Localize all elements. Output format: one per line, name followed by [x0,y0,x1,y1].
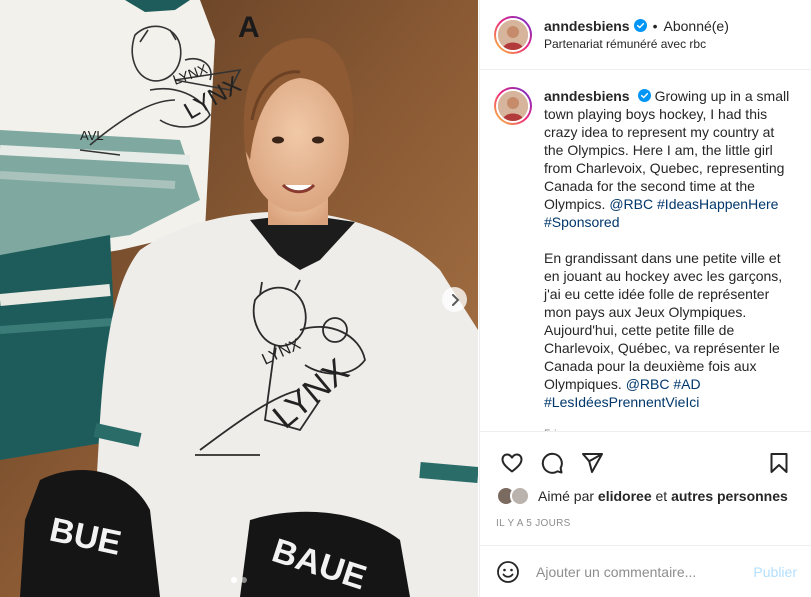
emoji-picker-button[interactable] [496,560,520,584]
verified-badge-icon [637,89,651,102]
caption-author-avatar[interactable] [494,87,532,125]
hashtag-link[interactable]: @RBC [609,196,653,212]
hashtag-link[interactable]: #LesIdéesPrennentVieIci [544,394,699,410]
follow-button[interactable]: Abonné(e) [664,17,729,35]
post-header: anndesbiens • Abonné(e) Partenariat rému… [480,0,811,70]
likes-text: Aimé par elidoree et autres personnes [538,488,788,504]
caption-english-text: Growing up in a small town playing boys … [544,88,790,212]
like-button[interactable] [492,443,532,483]
liked-by-others-link[interactable]: autres personnes [671,488,788,504]
hashtag-link[interactable]: #AD [673,376,700,392]
avatar-image [498,91,528,121]
liked-by-connector: et [655,488,668,504]
caption-french-text: En grandissant dans une petite ville et … [544,250,783,392]
action-bar [480,432,811,484]
post-date[interactable]: IL Y A 5 JOURS [480,518,811,529]
hashtag-link[interactable]: #Sponsored [544,214,620,230]
chevron-right-icon [451,293,459,306]
author-avatar[interactable] [494,15,532,54]
post-photo[interactable]: A LYNX LYNX AVL LYNX LYNX BUE BAUE [0,0,478,597]
caption-section: anndesbiens Growing up in a small town pl… [480,71,811,431]
likes-summary: Aimé par elidoree et autres personnes [480,486,811,506]
save-button[interactable] [759,443,799,483]
svg-text:A: A [238,11,260,44]
hockey-girl-photo: A LYNX LYNX AVL LYNX LYNX BUE BAUE [0,0,478,597]
liked-by-user-link[interactable]: elidoree [598,488,652,504]
hashtag-link[interactable]: @RBC [626,376,670,392]
svg-text:AVL: AVL [80,128,104,143]
comment-input[interactable] [536,563,754,580]
caption-english: anndesbiens Growing up in a small town pl… [544,87,797,231]
comment-button[interactable] [532,443,572,483]
hashtag-link[interactable]: #IdeasHappenHere [657,196,778,212]
author-username[interactable]: anndesbiens [544,17,630,35]
next-slide-button[interactable] [442,287,467,312]
separator-dot: • [652,17,658,34]
caption-body: anndesbiens Growing up in a small town pl… [544,87,797,431]
smiley-icon [497,560,519,583]
publish-button[interactable]: Publier [753,564,797,580]
comment-composer: Publier [480,545,811,597]
bookmark-icon [770,453,788,473]
caption-french: En grandissant dans une petite ville et … [544,249,797,411]
carousel-dot [241,577,247,583]
paper-plane-icon [582,453,603,473]
share-button[interactable] [572,443,612,483]
caption-username[interactable]: anndesbiens [544,88,630,104]
liker-avatar[interactable] [510,486,530,506]
speech-bubble-icon [541,452,563,474]
verified-badge-icon [633,19,647,32]
engagement-section: Aimé par elidoree et autres personnes IL… [480,431,811,551]
carousel-dot-active [231,577,237,583]
liked-by-prefix: Aimé par [538,488,595,504]
heart-icon [501,453,523,473]
carousel-indicator [0,577,478,583]
avatar-image [498,19,528,50]
post-details-panel: anndesbiens • Abonné(e) Partenariat rému… [479,0,811,597]
paid-partnership-label[interactable]: Partenariat rémunéré avec rbc [544,35,729,53]
